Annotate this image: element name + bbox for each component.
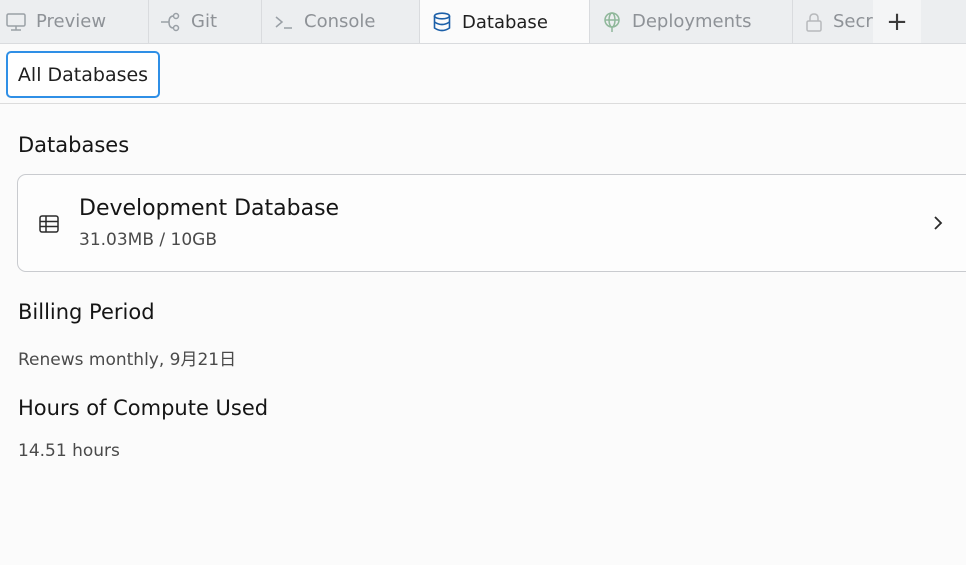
tab-console[interactable]: Console <box>262 0 420 43</box>
tab-label: Console <box>304 11 376 32</box>
terminal-icon <box>272 10 296 34</box>
tab-label: Git <box>191 11 218 32</box>
all-databases-button[interactable]: All Databases <box>6 51 160 98</box>
billing-period-heading: Billing Period <box>18 300 155 324</box>
globe-icon <box>600 10 624 34</box>
monitor-icon <box>4 10 28 34</box>
add-tab-button[interactable]: + <box>873 0 921 43</box>
table-icon <box>38 213 60 235</box>
database-name: Development Database <box>79 196 340 221</box>
tab-database[interactable]: Database <box>420 0 590 43</box>
chevron-right-icon <box>928 213 948 233</box>
billing-period-value: Renews monthly, 9月21日 <box>18 350 237 370</box>
tab-label: Secrets <box>833 11 873 32</box>
compute-hours-heading: Hours of Compute Used <box>18 396 269 420</box>
database-toolbar: All Databases <box>0 44 966 104</box>
tab-secrets[interactable]: Secrets <box>793 0 873 43</box>
database-card-development[interactable]: Development Database 31.03MB / 10GB <box>17 174 966 272</box>
tab-bar: Preview Git Console Database Deployments… <box>0 0 966 44</box>
tab-label: Deployments <box>632 11 752 32</box>
tab-label: Preview <box>36 11 107 32</box>
plus-icon: + <box>886 6 908 37</box>
tab-deployments[interactable]: Deployments <box>590 0 793 43</box>
lock-icon <box>803 10 825 34</box>
databases-heading: Databases <box>18 133 130 157</box>
tab-preview[interactable]: Preview <box>0 0 149 43</box>
database-usage: 31.03MB / 10GB <box>79 230 218 250</box>
git-branch-icon <box>159 10 183 34</box>
tab-label: Database <box>462 11 548 33</box>
compute-hours-value: 14.51 hours <box>18 441 120 461</box>
database-icon <box>430 10 454 34</box>
tab-git[interactable]: Git <box>149 0 262 43</box>
